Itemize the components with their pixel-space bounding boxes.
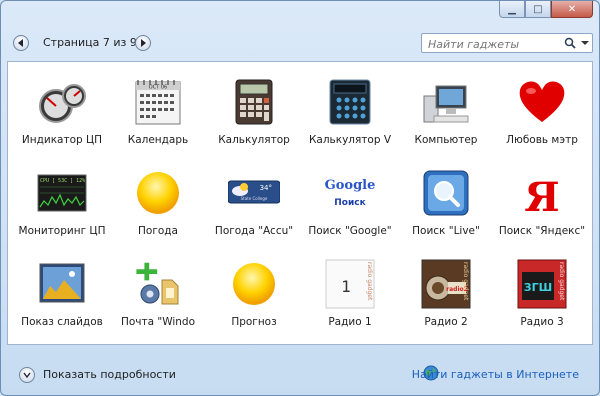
maximize-button[interactable]: □ xyxy=(525,1,551,18)
heart-icon xyxy=(519,81,565,122)
gadget-tile[interactable]: Я Поиск "Яндекс" xyxy=(494,161,590,251)
calculator-icon xyxy=(235,79,273,125)
gadget-tile[interactable]: ЗГШ radio gadget Радио 3 xyxy=(494,252,590,342)
calendar-month-text: OCT 06 xyxy=(149,85,167,91)
gadget-tile[interactable]: Индикатор ЦП xyxy=(14,70,110,160)
minimize-button[interactable]: ▁ xyxy=(499,1,525,18)
gadget-label: Мониторинг ЦП xyxy=(18,225,106,237)
gadget-label: Индикатор ЦП xyxy=(21,134,103,146)
gadget-tile[interactable]: 34° State College Погода "Accu" xyxy=(206,161,302,251)
sun-icon xyxy=(137,172,179,214)
gadget-tile[interactable]: Поиск "Live" xyxy=(398,161,494,251)
gadget-tile[interactable]: Калькулятор xyxy=(206,70,302,160)
toolbar: Страница 7 из 9 xyxy=(1,27,599,59)
gadget-label: Калькулятор V xyxy=(308,134,392,146)
calculator-dark-icon xyxy=(329,79,371,125)
gadget-tile[interactable]: Прогноз xyxy=(206,252,302,342)
radio-brand-text: radio gadget xyxy=(366,262,373,301)
radio-2-icon: radio2 radio gadget xyxy=(421,259,471,309)
close-button[interactable]: ✕ xyxy=(551,1,593,18)
gadget-tile[interactable]: Показ слайдов xyxy=(14,252,110,342)
search-dropdown-arrow[interactable] xyxy=(581,41,589,45)
gadget-label: Калькулятор xyxy=(218,134,290,146)
gadget-label: Показ слайдов xyxy=(21,316,103,328)
gadget-tile[interactable]: OCT 06 Календарь xyxy=(110,70,206,160)
slideshow-icon xyxy=(39,263,85,303)
radio-1-icon: radio gadget 1 xyxy=(325,259,375,309)
gadget-label: Календарь xyxy=(127,134,189,146)
gadget-tile[interactable]: Google Поиск Поиск "Google" xyxy=(302,161,398,251)
gadget-label: Почта "Windo xyxy=(120,316,196,328)
computer-icon xyxy=(423,85,469,123)
search-input[interactable] xyxy=(426,36,570,52)
radio-brand-text: radio gadget xyxy=(558,262,565,301)
gadget-tile[interactable]: Почта "Windo xyxy=(110,252,206,342)
cpu-monitor-text: CPU [ 53C ] 12% xyxy=(40,178,85,184)
google-search-text: Поиск xyxy=(334,198,365,208)
gadget-label: Радио 2 xyxy=(424,316,468,328)
mail-gadget-icon xyxy=(136,262,179,305)
weather-widget-icon: 34° State College xyxy=(228,180,280,204)
radio-number-text: ЗГШ xyxy=(524,281,552,294)
gadget-tile[interactable]: CPU [ 53C ] 12% Мониторинг ЦП xyxy=(14,161,110,251)
radio-brand-text: radio gadget xyxy=(462,262,469,301)
arrow-left-icon xyxy=(18,39,23,47)
gadget-label: Компьютер xyxy=(414,134,478,146)
search-box xyxy=(421,33,593,53)
page-indicator: Страница 7 из 9 xyxy=(43,36,137,49)
footer: Показать подробности Найти гаджеты в Инт… xyxy=(1,351,599,395)
gadget-grid: Индикатор ЦП OCT 06 Календарь Калькулято… xyxy=(7,61,593,345)
gadget-label: Любовь мэтр xyxy=(506,134,578,146)
gadget-label: Радио 3 xyxy=(520,316,564,328)
yandex-letter-text: Я xyxy=(524,174,559,219)
radio-3-icon: ЗГШ radio gadget xyxy=(517,259,567,309)
google-search-icon: Google Поиск xyxy=(325,178,376,208)
live-search-icon xyxy=(423,170,469,216)
cpu-monitor-icon: CPU [ 53C ] 12% xyxy=(37,174,87,212)
next-page-button[interactable] xyxy=(135,35,151,51)
gadget-label: Поиск "Google" xyxy=(308,225,392,237)
gadget-gallery-window: ▁ □ ✕ Страница 7 из 9 Найти гаджеты Инди… xyxy=(0,0,600,396)
gadget-tile[interactable]: Калькулятор V xyxy=(302,70,398,160)
cpu-meter-icon xyxy=(39,84,86,123)
gadget-label: Погода xyxy=(138,225,178,237)
gadget-tile[interactable]: Погода xyxy=(110,161,206,251)
search-icon[interactable] xyxy=(564,37,576,49)
window-controls: ▁ □ ✕ xyxy=(499,1,593,19)
gadget-label: Погода "Accu" xyxy=(214,225,294,237)
gadget-tile[interactable]: Любовь мэтр xyxy=(494,70,590,160)
forecast-sun-icon xyxy=(233,263,275,305)
show-details-label[interactable]: Показать подробности xyxy=(43,368,176,381)
get-gadgets-online-link[interactable]: Найти гаджеты в Интернете xyxy=(412,368,579,381)
weather-city-text: State College xyxy=(241,196,268,201)
weather-temp-text: 34° xyxy=(260,184,272,192)
radio-number-text: 1 xyxy=(341,277,351,296)
chevron-down-icon xyxy=(23,372,31,379)
gadget-label: Радио 1 xyxy=(328,316,372,328)
gadget-tile[interactable]: Компьютер xyxy=(398,70,494,160)
calendar-icon: OCT 06 xyxy=(135,80,181,125)
show-details-button[interactable] xyxy=(19,367,35,383)
gadget-label: Прогноз xyxy=(231,316,277,328)
arrow-right-icon xyxy=(141,39,146,47)
google-logo-text: Google xyxy=(325,178,376,193)
gadget-tile[interactable]: radio2 radio gadget Радио 2 xyxy=(398,252,494,342)
gadget-tile[interactable]: radio gadget 1 Радио 1 xyxy=(302,252,398,342)
yandex-search-icon: Я xyxy=(524,174,559,219)
previous-page-button[interactable] xyxy=(13,35,29,51)
gadget-label: Поиск "Яндекс" xyxy=(498,225,586,237)
gadget-label: Поиск "Live" xyxy=(412,225,480,237)
